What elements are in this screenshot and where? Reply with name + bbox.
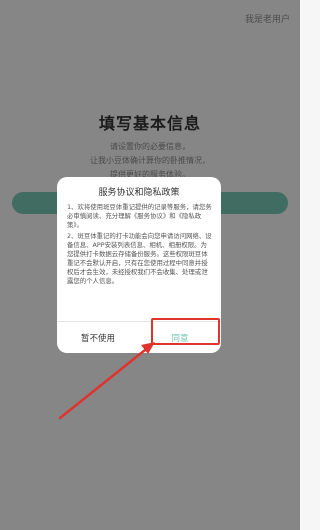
decline-button[interactable]: 暂不使用 [57, 322, 139, 353]
policy-paragraph: 2、斑豆体重记的打卡功能会向您申请访问网络、设备信息、APP安装列表信息、相机、… [67, 232, 212, 285]
policy-paragraph: 1、欢将使用斑豆体重记提供的记录等服务，请您务必审慎阅读、充分理解《服务协议》和… [67, 203, 212, 229]
dialog-body: 1、欢将使用斑豆体重记提供的记录等服务，请您务必审慎阅读、充分理解《服务协议》和… [67, 203, 213, 288]
dialog-title: 服务协议和隐私政策 [98, 188, 180, 198]
agree-highlight-box [151, 318, 220, 345]
